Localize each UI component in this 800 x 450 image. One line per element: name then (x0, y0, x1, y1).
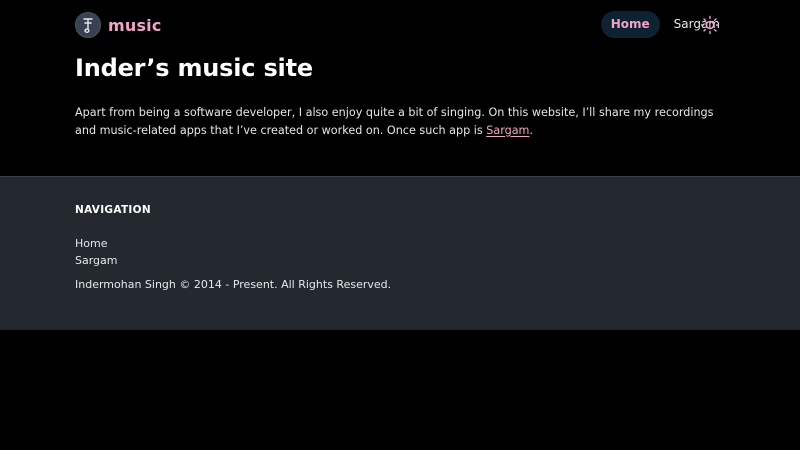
nav-home-link[interactable]: Home (600, 11, 660, 38)
brand-link[interactable]: music (75, 12, 162, 38)
intro-end: . (529, 123, 534, 137)
sargam-inline-link[interactable]: Sargam (486, 124, 529, 137)
site-header: music Home Sargam (0, 0, 800, 50)
list-item: Home (75, 232, 118, 250)
footer-sargam-link[interactable]: Sargam (75, 254, 118, 267)
intro-paragraph: Apart from being a software developer, I… (75, 104, 725, 139)
theme-toggle-button[interactable] (699, 14, 720, 35)
copyright-text: Indermohan Singh © 2014 - Present. All R… (75, 278, 392, 291)
music-note-logo-icon (75, 12, 101, 38)
footer-nav-heading: NAVIGATION (75, 204, 151, 216)
brand-name: music (108, 15, 162, 35)
footer-nav-list: Home Sargam (75, 232, 118, 267)
nav-sargam-link[interactable]: Sargam (664, 11, 730, 38)
sun-icon (700, 15, 719, 34)
site-footer: NAVIGATION Home Sargam Indermohan Singh … (0, 176, 800, 330)
page-title: Inder’s music site (75, 54, 313, 82)
list-item: Sargam (75, 249, 118, 267)
intro-text: Apart from being a software developer, I… (75, 106, 714, 137)
